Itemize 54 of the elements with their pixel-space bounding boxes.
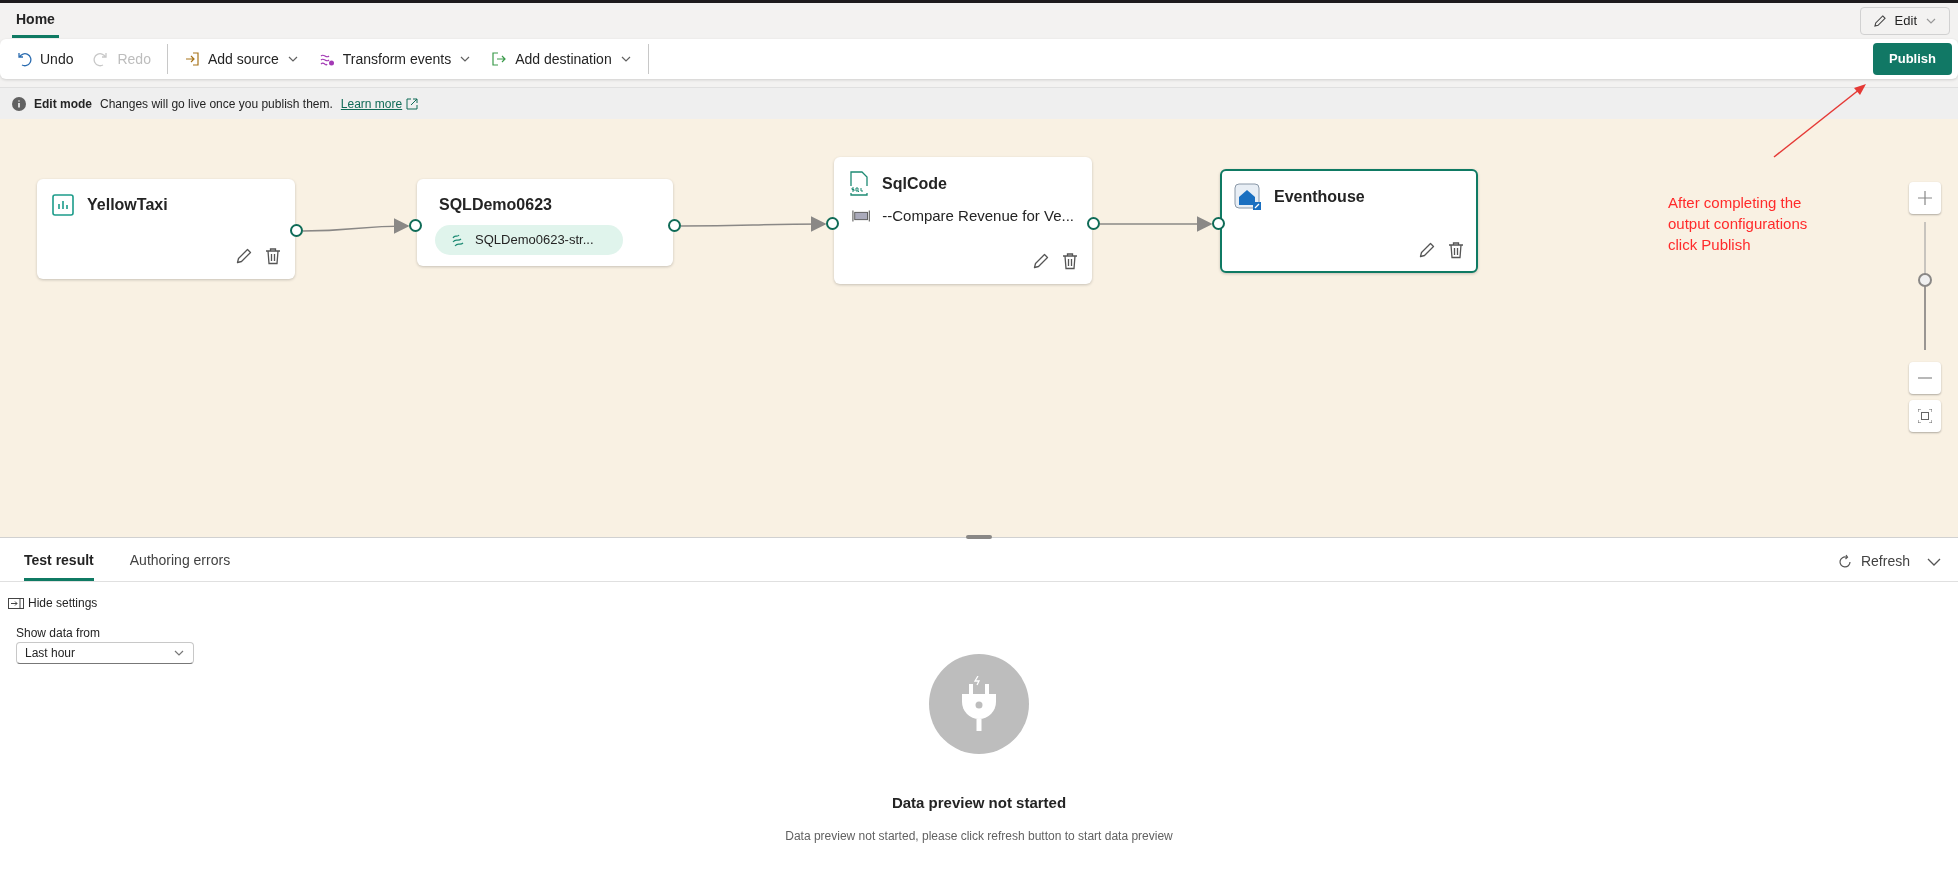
sign-in-icon xyxy=(183,51,200,67)
pencil-icon[interactable] xyxy=(1032,252,1050,270)
fit-view-button[interactable] xyxy=(1909,400,1941,432)
code-preview: --Compare Revenue for Ve... xyxy=(882,206,1074,226)
toolbar-button[interactable]: Add source xyxy=(175,44,307,74)
pencil-icon[interactable] xyxy=(235,247,253,265)
annotation-text: After completing the output configurations click Publish xyxy=(1668,193,1808,255)
stream-name: SQLDemo0623-str... xyxy=(475,231,594,250)
node-title: Eventhouse xyxy=(1274,187,1365,207)
hide-settings-button[interactable]: Hide settings xyxy=(8,594,98,612)
node-card[interactable]: SqlCode --Compare Revenue for Ve... xyxy=(834,157,1092,284)
empty-state-title: Data preview not started xyxy=(891,793,1067,813)
toolbar-button[interactable]: Undo xyxy=(8,44,82,74)
sql-file-icon xyxy=(848,171,870,197)
bar-chart-icon xyxy=(51,193,75,217)
zoom-slider-thumb[interactable] xyxy=(1918,272,1932,287)
stream-chip[interactable]: SQLDemo0623-str... xyxy=(435,225,623,255)
trash-icon[interactable] xyxy=(1062,252,1078,270)
plus-icon xyxy=(1918,191,1932,205)
resize-handle[interactable] xyxy=(966,535,992,539)
learn-more-link[interactable]: Learn more xyxy=(340,94,419,113)
toolbar-button[interactable]: Add destination xyxy=(483,44,640,74)
refresh-icon xyxy=(1836,553,1853,570)
code-block-icon xyxy=(852,209,871,224)
undo-icon xyxy=(16,51,32,67)
pencil-icon[interactable] xyxy=(1418,241,1436,259)
panel-collapse-icon xyxy=(8,597,24,609)
node-card[interactable]: Eventhouse xyxy=(1220,169,1478,273)
trash-icon[interactable] xyxy=(1448,241,1464,259)
panel-tab[interactable]: Test result xyxy=(24,542,94,581)
minus-icon xyxy=(1918,377,1932,379)
redo-icon xyxy=(93,51,110,67)
node-card[interactable]: SQLDemo0623 SQLDemo0623-str... xyxy=(417,179,673,266)
node-title: SqlCode xyxy=(882,174,947,194)
refresh-button[interactable]: Refresh xyxy=(1836,551,1910,572)
node-title: YellowTaxi xyxy=(87,195,168,215)
database-house-icon xyxy=(1234,183,1262,211)
fit-screen-icon xyxy=(1918,409,1932,423)
trash-icon[interactable] xyxy=(265,247,281,265)
time-range-dropdown[interactable]: Last hour xyxy=(16,642,194,664)
panel-tab[interactable]: Authoring errors xyxy=(129,542,231,581)
publish-button[interactable]: Publish xyxy=(1873,43,1952,75)
field-label: Show data from xyxy=(16,625,102,642)
info-icon xyxy=(12,96,26,111)
sign-out-icon xyxy=(491,51,508,67)
node-title: SQLDemo0623 xyxy=(438,195,552,215)
toolbar-button[interactable]: Transform events xyxy=(310,44,480,74)
info-title: Edit mode xyxy=(34,95,92,113)
info-message: Changes will go live once you publish them. xyxy=(100,95,333,113)
empty-state-message: Data preview not started, please click refresh button to start data preview xyxy=(785,827,1173,845)
pencil-icon xyxy=(1872,14,1887,28)
node-card[interactable]: YellowTaxi xyxy=(37,179,295,279)
external-link-icon xyxy=(406,97,419,110)
edit-mode-button[interactable]: Edit xyxy=(1859,7,1950,35)
